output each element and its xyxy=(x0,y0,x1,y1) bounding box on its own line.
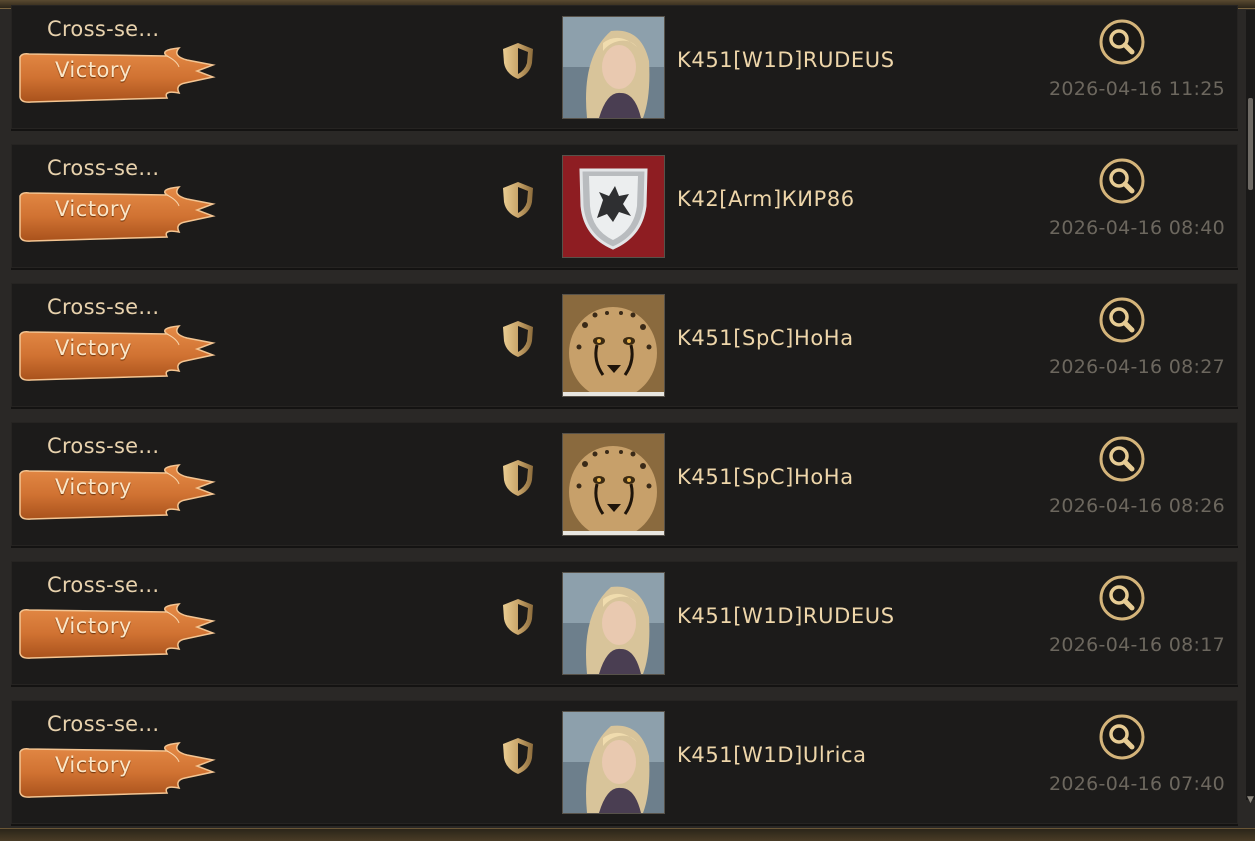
battle-type-label: Cross-se... xyxy=(47,295,160,319)
magnifier-icon[interactable] xyxy=(1098,157,1146,205)
battle-result-label: Victory xyxy=(55,58,132,82)
battle-type-label: Cross-se... xyxy=(47,434,160,458)
player-avatar[interactable] xyxy=(562,572,665,675)
report-row[interactable]: Cross-se... Victory xyxy=(0,144,1245,282)
battle-type-label: Cross-se... xyxy=(47,17,160,41)
woman-portrait-icon xyxy=(563,573,664,674)
woman-portrait-icon xyxy=(563,17,664,118)
cheetah-portrait-icon xyxy=(563,434,664,535)
player-avatar[interactable] xyxy=(562,711,665,814)
magnifier-icon[interactable] xyxy=(1098,435,1146,483)
player-avatar[interactable] xyxy=(562,294,665,397)
report-timestamp: 2026-04-16 07:40 xyxy=(1048,773,1225,795)
player-name[interactable]: K451[SpC]HoHa xyxy=(677,465,854,489)
report-row[interactable]: Cross-se... Victory xyxy=(0,283,1245,421)
report-row[interactable]: Cross-se... Victory xyxy=(0,561,1245,699)
scroll-down-arrow-icon[interactable]: ▼ xyxy=(1246,793,1255,807)
player-name[interactable]: K451[W1D]RUDEUS xyxy=(677,604,895,628)
battle-type-label: Cross-se... xyxy=(47,573,160,597)
report-timestamp: 2026-04-16 11:25 xyxy=(1048,78,1225,100)
magnifier-icon[interactable] xyxy=(1098,18,1146,66)
wolf-sigil-shield-icon xyxy=(563,156,664,257)
battle-result-label: Victory xyxy=(55,197,132,221)
magnifier-icon[interactable] xyxy=(1098,296,1146,344)
shield-icon xyxy=(503,738,533,774)
player-name[interactable]: K451[W1D]Ulrica xyxy=(677,743,867,767)
report-timestamp: 2026-04-16 08:40 xyxy=(1048,217,1225,239)
cheetah-portrait-icon xyxy=(563,295,664,396)
shield-icon xyxy=(503,321,533,357)
report-timestamp: 2026-04-16 08:17 xyxy=(1048,634,1225,656)
player-name[interactable]: K451[W1D]RUDEUS xyxy=(677,48,895,72)
battle-result-label: Victory xyxy=(55,753,132,777)
player-name[interactable]: K451[SpC]HoHa xyxy=(677,326,854,350)
battle-result-label: Victory xyxy=(55,614,132,638)
battle-type-label: Cross-se... xyxy=(47,712,160,736)
player-avatar[interactable] xyxy=(562,155,665,258)
player-avatar[interactable] xyxy=(562,433,665,536)
report-row[interactable]: Cross-se... Victory xyxy=(0,5,1245,143)
shield-icon xyxy=(503,43,533,79)
player-name[interactable]: K42[Arm]КИР86 xyxy=(677,187,855,211)
report-timestamp: 2026-04-16 08:27 xyxy=(1048,356,1225,378)
player-avatar[interactable] xyxy=(562,16,665,119)
battle-result-label: Victory xyxy=(55,336,132,360)
magnifier-icon[interactable] xyxy=(1098,574,1146,622)
magnifier-icon[interactable] xyxy=(1098,713,1146,761)
battle-report-list[interactable]: Cross-se... Victory K451[W1D]RUDEUS 2026… xyxy=(0,0,1245,828)
scrollbar-thumb[interactable] xyxy=(1248,98,1253,190)
shield-icon xyxy=(503,182,533,218)
shield-icon xyxy=(503,599,533,635)
shield-icon xyxy=(503,460,533,496)
report-row[interactable]: Cross-se... Victory xyxy=(0,422,1245,560)
report-row[interactable]: Cross-se... Victory xyxy=(0,700,1245,828)
scrollbar[interactable]: ▼ xyxy=(1246,10,1255,805)
battle-result-label: Victory xyxy=(55,475,132,499)
woman-portrait-icon xyxy=(563,712,664,813)
bottom-frame-border xyxy=(0,828,1255,841)
report-timestamp: 2026-04-16 08:26 xyxy=(1048,495,1225,517)
battle-type-label: Cross-se... xyxy=(47,156,160,180)
